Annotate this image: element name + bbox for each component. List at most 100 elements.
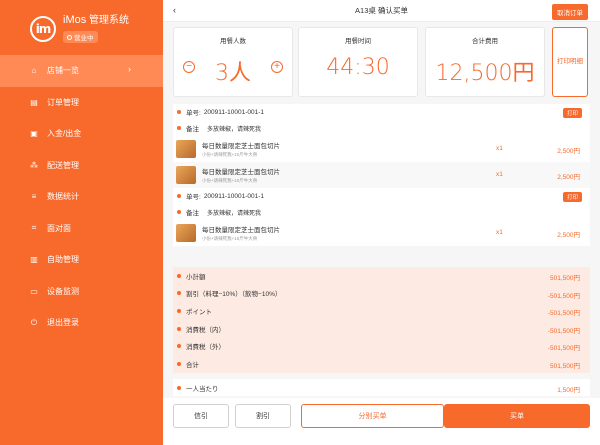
sidebar: im iMos 管理系统 营业中 ⌂ 店铺一览 › ▤ 订单管理 ▣ 入金/出金 ⁂ 配送管理 ≡… <box>0 0 163 445</box>
bullet-icon <box>177 291 181 296</box>
per-person-row: 一人当たり 1,500円 <box>173 379 590 396</box>
split-bill-button[interactable]: 分别买单 <box>301 404 444 428</box>
totals-label: 合计 <box>186 361 199 369</box>
order-number: 200911-10001-001-1 <box>203 192 265 200</box>
order-item-desc: 小份+请辣死我+10斤牛大骨 <box>202 236 258 241</box>
bullet-icon <box>177 308 181 313</box>
totals-row: 合计 501,500円 <box>173 355 590 373</box>
home-icon: ⌂ <box>31 66 37 76</box>
order-note-row: 备注 多放辣椒，请辣死我 <box>173 120 590 136</box>
order-item-price: 2,500円 <box>557 148 580 155</box>
order-item-desc: 小份+请辣死我+10斤牛大骨 <box>202 152 258 157</box>
footer-actions: 信引 割引 分别买单 买单 <box>163 398 600 445</box>
order-item-price: 2,500円 <box>557 174 580 181</box>
guests-card: 用餐人数 3人 − + <box>173 27 293 97</box>
order-item-row: 每日数量限定芝士面包切片 小份+请辣死我+10斤牛大骨 x1 2,500円 <box>173 162 590 188</box>
order-item-price: 2,500円 <box>557 232 580 239</box>
totals-row: 消費税（内） -501,500円 <box>173 320 590 338</box>
order-item-qty: x1 <box>496 171 503 178</box>
totals-row: ポイント -501,500円 <box>173 302 590 320</box>
order-item-text: 每日数量限定芝士面包切片 小份+请辣死我+10斤牛大骨 <box>202 140 280 158</box>
totals-label: 割引（料理−10%）（飲物−10%） <box>186 291 282 299</box>
totals-amount: -501,500円 <box>547 292 580 300</box>
print-detail-button[interactable]: 打印 明细 <box>552 27 588 97</box>
self-service-icon: ▥ <box>30 255 38 265</box>
discount-button[interactable]: 割引 <box>235 404 291 428</box>
print-detail-line: 明细 <box>570 58 583 65</box>
pay-button[interactable]: 买单 <box>444 404 590 428</box>
order-item-qty: x1 <box>496 145 503 152</box>
sidebar-item-4[interactable]: ≡ 数据统计 <box>0 181 163 213</box>
totals-amount: -501,500円 <box>547 327 580 335</box>
totals-list: 小計額 501,500円 割引（料理−10%）（飲物−10%） -501,500円 ポイ… <box>173 267 590 373</box>
food-thumbnail <box>176 140 196 158</box>
wallet-icon: ▣ <box>30 129 38 139</box>
brand: im iMos 管理系统 营业中 <box>30 12 129 46</box>
sidebar-item-8[interactable]: ⏻ 退出登录 <box>0 307 163 339</box>
totals-amount: 501,500円 <box>550 362 580 370</box>
bullet-icon <box>177 126 181 130</box>
total-label: 合计费用 <box>472 38 498 45</box>
bullet-icon <box>177 194 181 198</box>
sidebar-item-5[interactable]: ⌗ 面对面 <box>0 213 163 245</box>
totals-label: 小計額 <box>186 273 206 281</box>
main-panel: ‹ A13桌 确认买单 取消订单 用餐人数 3人 − + 用餐时间 44:30 … <box>163 0 600 445</box>
totals-row: 割引（料理−10%）（飲物−10%） -501,500円 <box>173 285 590 303</box>
cancel-order-button[interactable]: 取消订单 <box>552 4 588 20</box>
order-number-row: 单号: 200911-10001-001-1 打印 <box>173 188 590 204</box>
status-label: 营业中 <box>74 35 94 42</box>
totals-amount: -501,500円 <box>547 345 580 353</box>
sidebar-nav: ⌂ 店铺一览 › ▤ 订单管理 ▣ 入金/出金 ⁂ 配送管理 ≡ 数据统计 ⌗ 面对面 ▥ 自助管理 ▭ 设备监… <box>0 55 163 339</box>
plus-icon[interactable]: + <box>271 61 283 73</box>
order-item-qty: x1 <box>496 229 503 236</box>
bullet-icon <box>177 210 181 214</box>
order-note: 多放辣椒，请辣死我 <box>207 210 262 217</box>
sidebar-item-7[interactable]: ▭ 设备监测 <box>0 276 163 308</box>
delivery-icon: ⁂ <box>30 160 38 170</box>
print-order-button[interactable]: 打印 <box>562 192 582 202</box>
bullet-icon <box>177 361 181 366</box>
order-number-label: 单号: <box>186 110 201 117</box>
logout-icon: ⏻ <box>30 317 38 327</box>
sidebar-item-2[interactable]: ▣ 入金/出金 <box>0 118 163 150</box>
sidebar-item-0[interactable]: ⌂ 店铺一览 › <box>0 55 163 87</box>
bullet-icon <box>177 110 181 114</box>
top-bar: ‹ A13桌 确认买单 取消订单 <box>163 0 600 22</box>
totals-label: ポイント <box>186 308 212 316</box>
totals-label: 消費税（内） <box>186 326 225 334</box>
bullet-icon <box>177 344 181 349</box>
back-arrow-icon[interactable]: ‹ <box>173 5 176 15</box>
guests-label: 用餐人数 <box>220 38 246 45</box>
order-note: 多放辣椒，请辣死我 <box>207 126 262 133</box>
minus-icon[interactable]: − <box>183 61 195 73</box>
sidebar-item-6[interactable]: ▥ 自助管理 <box>0 244 163 276</box>
imos-logo: im <box>30 16 56 42</box>
bullet-icon <box>177 273 181 278</box>
food-thumbnail <box>176 224 196 242</box>
order-item-row: 每日数量限定芝士面包切片 小份+请辣死我+10斤牛大骨 x1 2,500円 <box>173 136 590 162</box>
sidebar-item-label: 自助管理 <box>47 255 79 265</box>
order-item-desc: 小份+请辣死我+10斤牛大骨 <box>202 178 258 183</box>
summary-cards: 用餐人数 3人 − + 用餐时间 44:30 合计费用 12,500円 打印 明细 <box>173 27 590 97</box>
sidebar-item-3[interactable]: ⁂ 配送管理 <box>0 150 163 182</box>
sidebar-item-1[interactable]: ▤ 订单管理 <box>0 87 163 119</box>
sidebar-item-label: 设备监测 <box>47 286 79 296</box>
bullet-icon <box>177 385 181 390</box>
document-icon: ▤ <box>30 97 38 107</box>
sidebar-item-label: 面对面 <box>47 223 71 233</box>
order-item-name: 每日数量限定芝士面包切片 <box>202 169 280 176</box>
order-list: 单号: 200911-10001-001-1 打印 备注 多放辣椒，请辣死我 每日数量限定… <box>173 104 590 246</box>
sidebar-item-label: 订单管理 <box>47 97 79 107</box>
order-note-label: 备注 <box>186 210 199 217</box>
credit-button[interactable]: 信引 <box>173 404 229 428</box>
page-title: A13桌 确认买单 <box>355 6 408 15</box>
scan-icon: ⌗ <box>31 223 37 233</box>
total-value: 12,500円 <box>435 61 535 86</box>
print-order-button[interactable]: 打印 <box>562 108 582 118</box>
totals-label: 消費税（外） <box>186 344 225 352</box>
sidebar-item-label: 退出登录 <box>47 318 79 328</box>
stats-icon: ≡ <box>31 192 37 202</box>
sidebar-item-label: 数据统计 <box>47 192 79 202</box>
app-subtitle: 管理系统 <box>89 14 130 26</box>
status-dot-icon <box>67 34 72 40</box>
